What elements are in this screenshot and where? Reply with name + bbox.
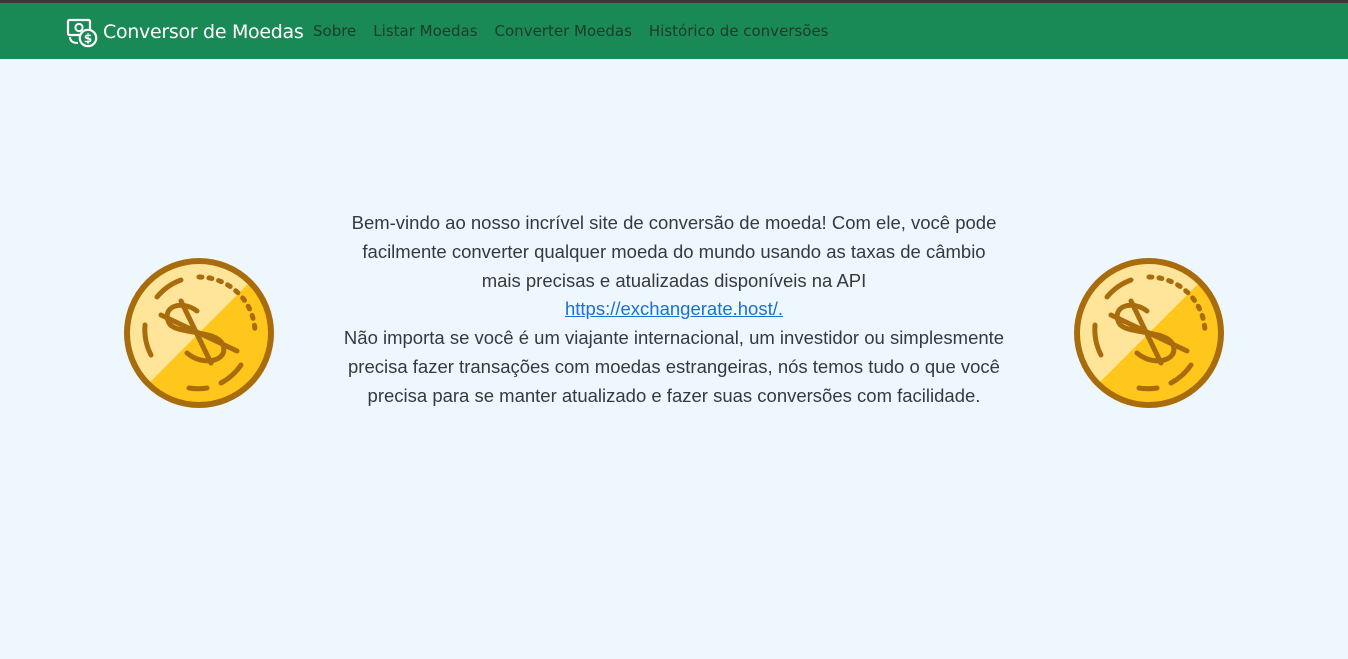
nav-link-listar-moedas[interactable]: Listar Moedas bbox=[373, 22, 477, 40]
nav-link-historico[interactable]: Histórico de conversões bbox=[649, 22, 829, 40]
dollar-coin-icon bbox=[121, 255, 277, 411]
intro-paragraph-2: Não importa se você é um viajante intern… bbox=[343, 327, 1005, 406]
brand-title: Conversor de Moedas bbox=[103, 21, 304, 43]
intro-paragraph-1-text: Bem-vindo ao nosso incrível site de conv… bbox=[351, 212, 997, 291]
api-link[interactable]: https://exchangerate.host/. bbox=[565, 298, 783, 319]
navbar-brand[interactable]: $ Conversor de Moedas bbox=[66, 15, 304, 49]
navbar: $ Conversor de Moedas Sobre Listar Moeda… bbox=[0, 3, 1348, 59]
nav-links: Sobre Listar Moedas Converter Moedas His… bbox=[313, 22, 846, 40]
nav-link-sobre[interactable]: Sobre bbox=[313, 22, 356, 40]
nav-link-converter-moedas[interactable]: Converter Moedas bbox=[495, 22, 632, 40]
money-exchange-icon: $ bbox=[66, 16, 98, 48]
svg-text:$: $ bbox=[84, 32, 92, 46]
dollar-coin-icon bbox=[1071, 255, 1227, 411]
intro-paragraph-1: Bem-vindo ao nosso incrível site de conv… bbox=[343, 209, 1005, 324]
intro-text: Bem-vindo ao nosso incrível site de conv… bbox=[343, 209, 1005, 411]
